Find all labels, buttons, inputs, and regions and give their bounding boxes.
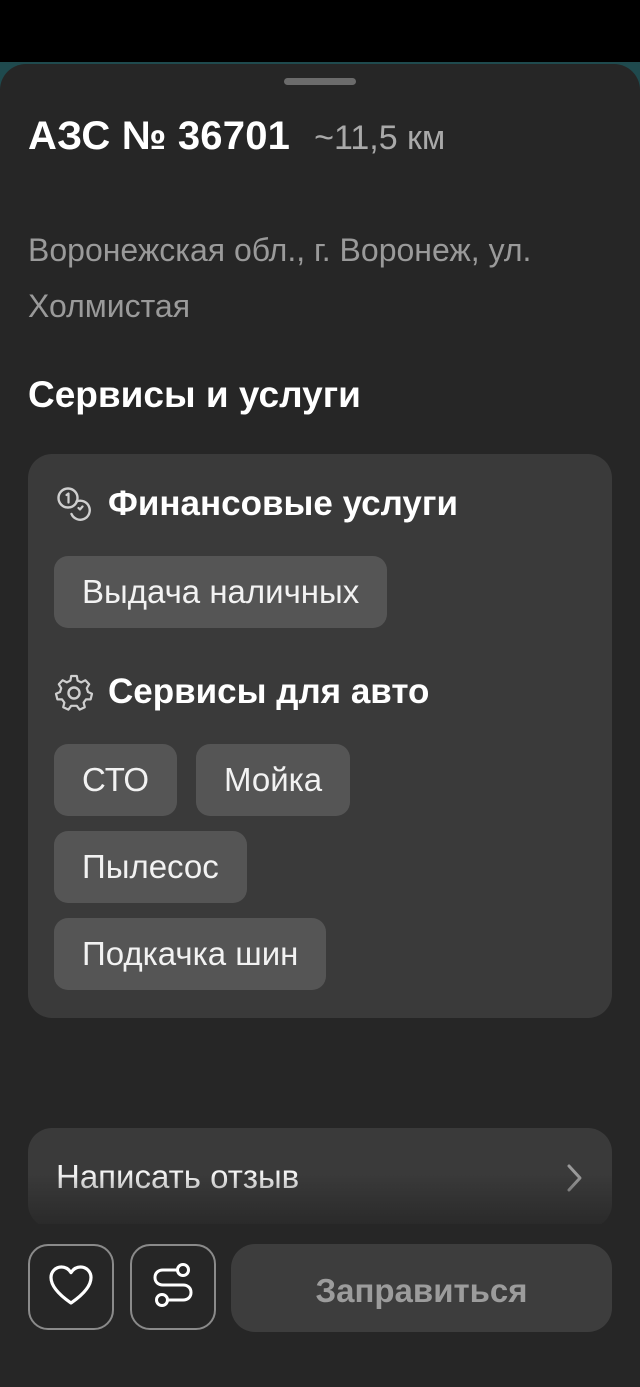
services-heading: Сервисы и услуги: [28, 374, 361, 415]
screen: АЗС № 36701 ~11,5 км Воронежская обл., г…: [0, 0, 640, 1387]
chip-tire-inflation[interactable]: Подкачка шин: [54, 918, 327, 990]
coins-icon: [54, 484, 94, 524]
station-title: АЗС № 36701: [28, 114, 291, 158]
title-row: АЗС № 36701 ~11,5 км: [28, 114, 445, 159]
chip-vacuum[interactable]: Пылесос: [54, 831, 247, 903]
sheet-grab-handle[interactable]: [284, 78, 356, 85]
station-bottom-sheet: АЗС № 36701 ~11,5 км Воронежская обл., г…: [0, 64, 640, 1387]
route-button[interactable]: [130, 1244, 216, 1330]
refuel-button-label: Заправиться: [315, 1272, 528, 1309]
chip-car-wash[interactable]: Мойка: [196, 744, 351, 816]
group-header-financial: Финансовые услуги: [54, 484, 458, 524]
services-card: Финансовые услуги Выдача наличных Сервис…: [28, 454, 612, 1018]
station-distance: ~11,5 км: [314, 119, 446, 157]
group-header-auto: Сервисы для авто: [54, 672, 429, 712]
refuel-button[interactable]: Заправиться: [231, 1244, 612, 1332]
group-title-auto: Сервисы для авто: [108, 672, 430, 711]
chip-cash-withdrawal[interactable]: Выдача наличных: [54, 556, 388, 628]
chip-sto[interactable]: СТО: [54, 744, 178, 816]
heart-icon: [47, 1263, 95, 1312]
route-icon: [149, 1261, 197, 1314]
station-address: Воронежская обл., г. Воронеж, ул. Холмис…: [28, 232, 532, 324]
gear-icon: [54, 672, 94, 712]
bottom-action-bar: Заправиться: [0, 1224, 640, 1387]
favorite-button[interactable]: [28, 1244, 114, 1330]
group-title-financial: Финансовые услуги: [108, 484, 458, 523]
